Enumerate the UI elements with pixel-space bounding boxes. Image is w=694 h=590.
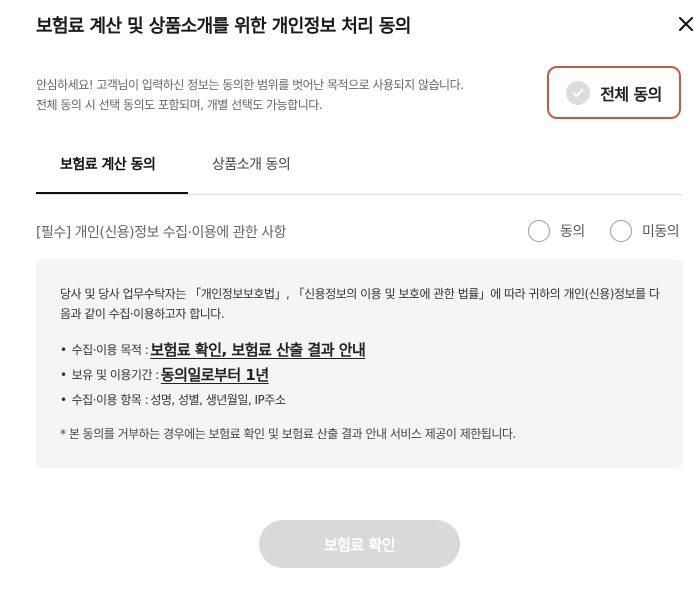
tab-premium-calculation[interactable]: 보험료 계산 동의 <box>36 144 188 194</box>
check-icon <box>566 80 591 105</box>
disagree-radio-label: 미동의 <box>642 224 680 240</box>
consent-details-box: 당사 및 당사 업무수탁자는 「개인정보보호법」, 「신용정보의 이용 및 보호… <box>36 259 683 468</box>
item-label: 수집·이용 항목 : <box>71 393 149 407</box>
list-item: 보유 및 이용기간 : 동의일로부터 1년 <box>60 362 365 387</box>
intro-line-2: 전체 동의 시 선택 동의도 포함되며, 개별 선택도 가능합니다. <box>36 98 323 112</box>
disagree-radio[interactable]: 미동의 <box>610 220 680 242</box>
consent-title: [필수] 개인(신용)정보 수집·이용에 관한 사항 <box>36 225 287 241</box>
list-item: 수집·이용 항목 : 성명, 성별, 생년월일, IP주소 <box>60 387 365 412</box>
agree-all-label: 전체 동의 <box>600 84 662 104</box>
close-icon[interactable] <box>676 14 694 34</box>
disagree-radio-circle[interactable] <box>610 220 632 242</box>
consent-description: 당사 및 당사 업무수탁자는 「개인정보보호법」, 「신용정보의 이용 및 보호… <box>60 287 660 321</box>
item-label: 수집·이용 목적 : <box>71 343 149 357</box>
item-value: 동의일로부터 1년 <box>160 366 269 384</box>
agree-radio-label: 동의 <box>560 224 585 240</box>
modal-title: 보험료 계산 및 상품소개를 위한 개인정보 처리 동의 <box>36 16 411 37</box>
tab-product-introduction[interactable]: 상품소개 동의 <box>212 144 291 193</box>
item-label: 보유 및 이용기간 : <box>71 368 160 382</box>
confirm-premium-button[interactable]: 보험료 확인 <box>259 520 460 568</box>
agree-radio-circle[interactable] <box>528 220 550 242</box>
agree-all-button[interactable]: 전체 동의 <box>547 66 681 119</box>
agree-radio[interactable]: 동의 <box>528 220 585 242</box>
intro-line-1: 안심하세요! 고객님이 입력하신 정보는 동의한 범위를 벗어난 목적으로 사용… <box>36 78 464 92</box>
intro-text: 안심하세요! 고객님이 입력하신 정보는 동의한 범위를 벗어난 목적으로 사용… <box>36 75 464 115</box>
item-value: 성명, 성별, 생년월일, IP주소 <box>150 393 286 407</box>
consent-note: * 본 동의를 거부하는 경우에는 보험료 확인 및 보험료 산출 결과 안내 … <box>60 427 516 441</box>
consent-items: 수집·이용 목적 : 보험료 확인, 보험료 산출 결과 안내 보유 및 이용기… <box>60 337 366 412</box>
list-item: 수집·이용 목적 : 보험료 확인, 보험료 산출 결과 안내 <box>60 337 366 362</box>
item-value: 보험료 확인, 보험료 산출 결과 안내 <box>150 341 366 359</box>
tab-bar: 보험료 계산 동의 상품소개 동의 <box>36 144 683 195</box>
